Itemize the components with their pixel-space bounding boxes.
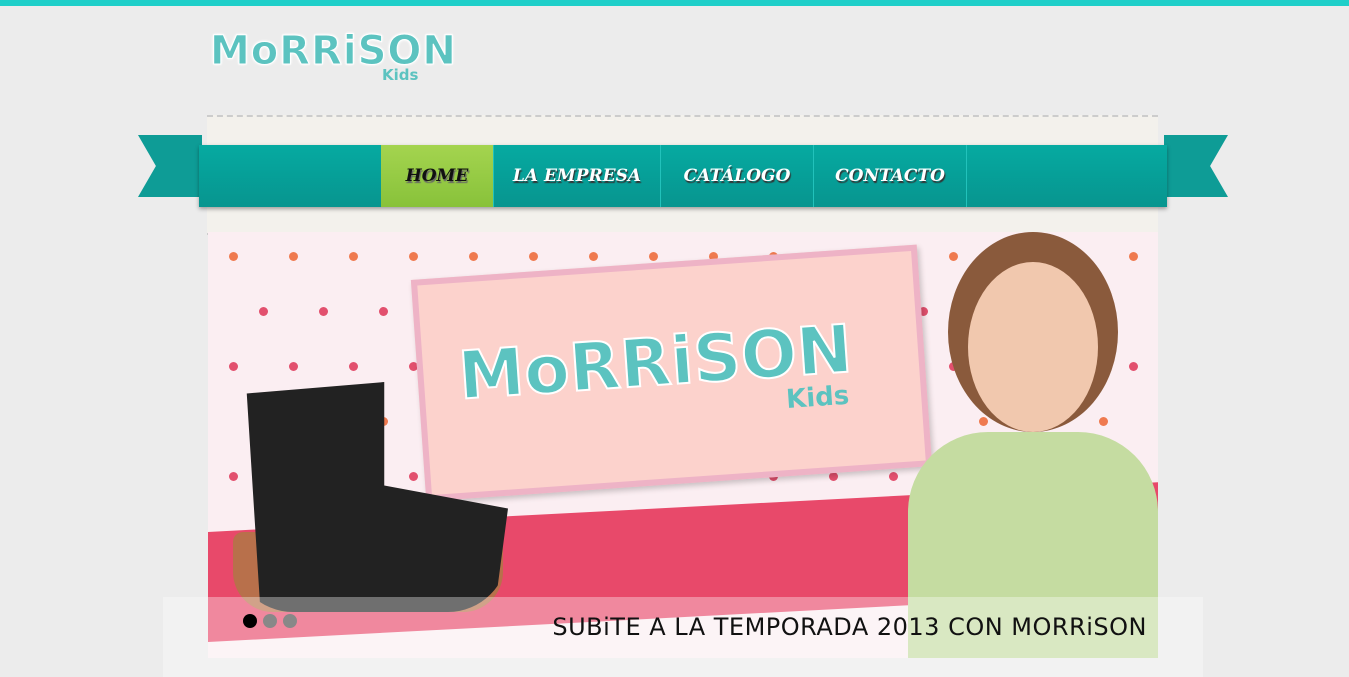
cherry-pattern (228, 362, 238, 371)
main-nav: HOME LA EMPRESA CATÁLOGO CONTACTO (199, 145, 1167, 207)
cherry-pattern (408, 252, 418, 261)
cherry-pattern (408, 472, 418, 481)
cherry-pattern (888, 472, 898, 481)
cherry-pattern (258, 307, 268, 316)
nav-la-empresa[interactable]: LA EMPRESA (494, 145, 661, 207)
cherry-pattern (318, 307, 328, 316)
slider-dot-2[interactable] (263, 614, 277, 628)
logo[interactable]: MoRRiSON Kids (210, 28, 457, 88)
nav-home[interactable]: HOME (381, 145, 494, 207)
cherry-pattern (288, 252, 298, 261)
cherry-pattern (468, 252, 478, 261)
nav-contacto[interactable]: CONTACTO (814, 145, 967, 207)
cherry-pattern (648, 252, 658, 261)
brand-sign: MoRRiSON Kids (410, 244, 933, 502)
cherry-pattern (348, 362, 358, 371)
slider-dot-1[interactable] (243, 614, 257, 628)
nav-catalogo[interactable]: CATÁLOGO (661, 145, 814, 207)
top-accent-bar (0, 0, 1349, 6)
cherry-pattern (828, 472, 838, 481)
cherry-pattern (378, 307, 388, 316)
cherry-pattern (528, 252, 538, 261)
cherry-pattern (228, 252, 238, 261)
slider-caption: SUBiTE A LA TEMPORADA 2013 CON MORRiSON (552, 613, 1147, 641)
cherry-pattern (348, 252, 358, 261)
ribbon-tail-left (138, 135, 202, 197)
hero-slider[interactable]: MoRRiSON Kids (208, 232, 1158, 658)
ribbon-tail-right (1164, 135, 1228, 197)
girl-photo (898, 232, 1158, 658)
slider-caption-bar: SUBiTE A LA TEMPORADA 2013 CON MORRiSON (163, 597, 1203, 677)
sign-logo-subtext: Kids (785, 380, 851, 416)
logo-subtext: Kids (382, 66, 419, 84)
slider-dot-3[interactable] (283, 614, 297, 628)
cherry-pattern (288, 362, 298, 371)
cherry-pattern (588, 252, 598, 261)
cherry-pattern (228, 472, 238, 481)
